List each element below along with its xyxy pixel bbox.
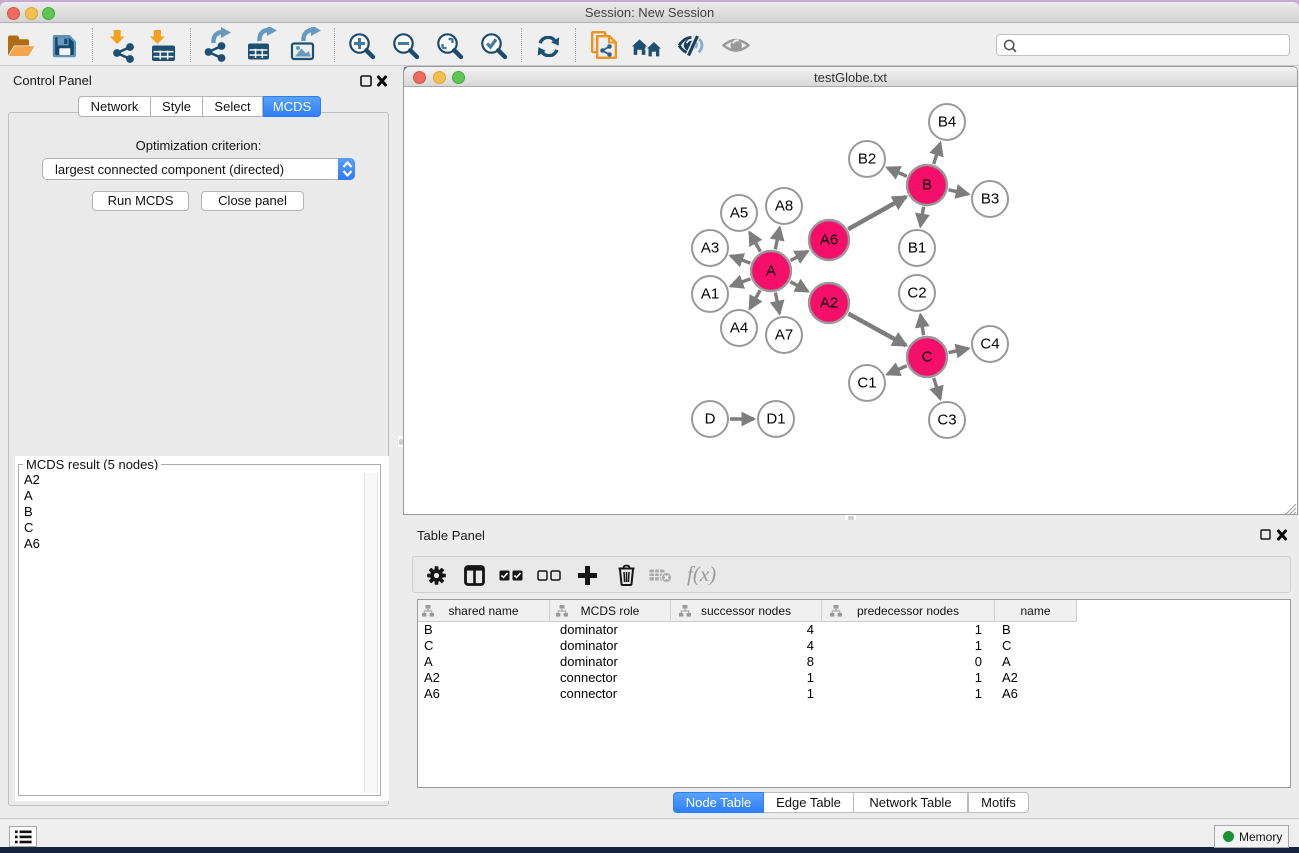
svg-text:D1: D1	[766, 411, 785, 428]
svg-text:A3: A3	[701, 240, 719, 257]
svg-text:C: C	[922, 349, 933, 366]
svg-text:D: D	[705, 411, 716, 428]
svg-text:B3: B3	[981, 191, 999, 208]
svg-text:A6: A6	[820, 232, 838, 249]
svg-text:B1: B1	[908, 240, 926, 257]
svg-text:A5: A5	[730, 205, 748, 222]
svg-text:C3: C3	[937, 412, 956, 429]
svg-text:A2: A2	[820, 295, 838, 312]
svg-text:B2: B2	[858, 151, 876, 168]
svg-text:C1: C1	[857, 375, 876, 392]
svg-text:C4: C4	[980, 336, 999, 353]
svg-text:C2: C2	[907, 285, 926, 302]
svg-text:A8: A8	[775, 198, 793, 215]
svg-text:B4: B4	[938, 114, 956, 131]
svg-text:A4: A4	[730, 320, 748, 337]
svg-text:A7: A7	[775, 327, 793, 344]
svg-text:B: B	[922, 177, 932, 194]
svg-text:A: A	[766, 263, 776, 280]
svg-text:A1: A1	[701, 286, 719, 303]
